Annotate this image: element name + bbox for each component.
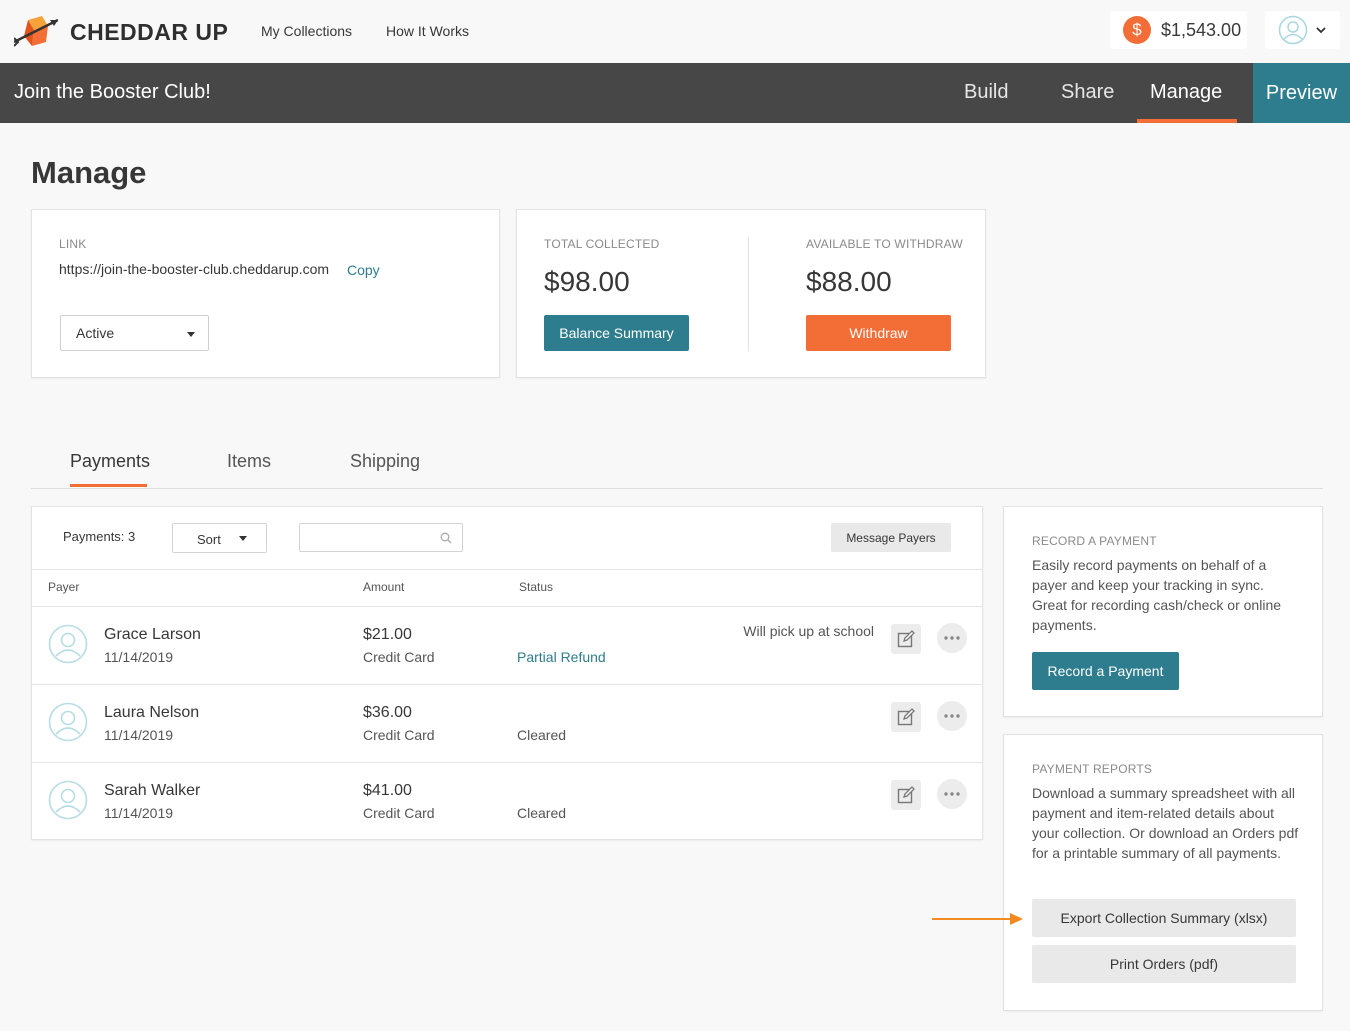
user-avatar-icon: [48, 702, 88, 742]
payments-table: Payments: 3 Sort Message Payers Payer Am…: [31, 506, 983, 840]
payment-date: 11/14/2019: [104, 805, 174, 821]
column-status: Status: [519, 580, 554, 594]
record-payment-button[interactable]: Record a Payment: [1032, 652, 1179, 690]
available-label: AVAILABLE TO WITHDRAW: [806, 237, 963, 251]
more-options-button[interactable]: [937, 701, 967, 731]
page-title: Manage: [31, 155, 147, 190]
table-row[interactable]: Laura Nelson 11/14/2019 $36.00 Credit Ca…: [32, 685, 982, 763]
edit-button[interactable]: [891, 624, 921, 654]
logo[interactable]: CHEDDAR UP: [14, 14, 228, 50]
tab-items[interactable]: Items: [227, 451, 271, 472]
payment-date: 11/14/2019: [104, 649, 174, 665]
search-input[interactable]: [299, 523, 463, 552]
more-icon: [944, 714, 960, 718]
caret-down-icon: [187, 332, 195, 337]
more-icon: [944, 792, 960, 796]
caret-down-icon: [239, 536, 247, 541]
payment-status: Cleared: [517, 727, 567, 743]
available-amount: $88.00: [806, 266, 892, 297]
table-row[interactable]: Grace Larson 11/14/2019 $21.00 Credit Ca…: [32, 607, 982, 685]
total-collected-label: TOTAL COLLECTED: [544, 237, 660, 251]
tabs-divider: [31, 488, 1323, 489]
collection-url: https://join-the-booster-club.cheddarup.…: [59, 261, 330, 277]
payment-reports-description: Download a summary spreadsheet with all …: [1032, 785, 1299, 861]
edit-icon: [897, 708, 915, 726]
payment-amount: $41.00: [363, 782, 412, 799]
chevron-down-icon: [1316, 27, 1326, 34]
balance-amount: $1,543.00: [1161, 19, 1242, 40]
payer-name: Grace Larson: [104, 626, 201, 643]
print-orders-button[interactable]: Print Orders (pdf): [1032, 945, 1296, 983]
top-bar: CHEDDAR UP My Collections How It Works $…: [0, 0, 1350, 63]
link-label: LINK: [59, 237, 87, 251]
tab-manage[interactable]: Manage: [1150, 81, 1222, 104]
tab-build[interactable]: Build: [964, 81, 1008, 104]
payment-note: Will pick up at school: [743, 623, 874, 639]
nav-how-it-works[interactable]: How It Works: [386, 23, 469, 39]
payment-method: Credit Card: [363, 649, 435, 665]
withdraw-button[interactable]: Withdraw: [806, 315, 951, 351]
column-amount: Amount: [363, 580, 405, 594]
cheddar-cube-icon: [14, 16, 58, 47]
dollar-icon: $: [1123, 16, 1151, 44]
divider: [748, 237, 749, 351]
user-avatar-icon: [48, 624, 88, 664]
sort-label: Sort: [197, 532, 221, 547]
export-summary-button[interactable]: Export Collection Summary (xlsx): [1032, 899, 1296, 937]
user-menu[interactable]: [1265, 11, 1340, 49]
payment-amount: $36.00: [363, 704, 412, 721]
active-tab-indicator: [1137, 119, 1237, 123]
payment-reports-heading: PAYMENT REPORTS: [1032, 762, 1153, 776]
total-collected-amount: $98.00: [544, 266, 630, 297]
tab-payments[interactable]: Payments: [70, 451, 150, 472]
more-options-button[interactable]: [937, 623, 967, 653]
payments-count: Payments: 3: [63, 529, 136, 544]
tab-shipping[interactable]: Shipping: [350, 451, 420, 472]
user-avatar-icon: [1278, 15, 1308, 45]
sort-dropdown[interactable]: Sort: [172, 523, 267, 553]
payment-method: Credit Card: [363, 805, 435, 821]
divider: [32, 569, 982, 570]
link-card: LINK https://join-the-booster-club.chedd…: [31, 209, 500, 378]
nav-my-collections[interactable]: My Collections: [261, 23, 352, 39]
balance-summary-button[interactable]: Balance Summary: [544, 315, 689, 351]
collection-title: Join the Booster Club!: [14, 81, 211, 103]
status-value: Active: [76, 325, 115, 341]
payment-date: 11/14/2019: [104, 727, 174, 743]
record-payment-description: Easily record payments on behalf of a pa…: [1032, 557, 1282, 633]
column-payer: Payer: [48, 580, 80, 594]
preview-button[interactable]: Preview: [1253, 63, 1350, 123]
payment-method: Credit Card: [363, 727, 435, 743]
more-icon: [944, 636, 960, 640]
copy-link[interactable]: Copy: [347, 262, 380, 278]
edit-icon: [897, 630, 915, 648]
payment-status[interactable]: Partial Refund: [517, 649, 606, 665]
record-payment-card: RECORD A PAYMENT Easily record payments …: [1003, 506, 1323, 717]
payer-name: Sarah Walker: [104, 782, 201, 799]
payment-status: Cleared: [517, 805, 567, 821]
edit-button[interactable]: [891, 702, 921, 732]
more-options-button[interactable]: [937, 779, 967, 809]
user-avatar-icon: [48, 780, 88, 820]
collection-bar: Join the Booster Club! Build Share Manag…: [0, 63, 1350, 123]
payer-name: Laura Nelson: [104, 704, 200, 721]
account-balance[interactable]: $ $1,543.00: [1110, 11, 1247, 49]
brand-name: CHEDDAR UP: [70, 18, 229, 45]
record-payment-heading: RECORD A PAYMENT: [1032, 534, 1157, 548]
arrow-right-icon: [932, 913, 1023, 925]
message-payers-button[interactable]: Message Payers: [831, 523, 951, 552]
payment-reports-card: PAYMENT REPORTS Download a summary sprea…: [1003, 734, 1323, 1011]
totals-card: TOTAL COLLECTED $98.00 Balance Summary A…: [516, 209, 986, 378]
search-icon: [440, 532, 452, 544]
status-dropdown[interactable]: Active: [60, 315, 209, 351]
table-row[interactable]: Sarah Walker 11/14/2019 $41.00 Credit Ca…: [32, 763, 982, 841]
active-tab-indicator: [70, 484, 147, 487]
tab-share[interactable]: Share: [1061, 81, 1114, 104]
edit-button[interactable]: [891, 780, 921, 810]
edit-icon: [897, 786, 915, 804]
payment-amount: $21.00: [363, 626, 412, 643]
